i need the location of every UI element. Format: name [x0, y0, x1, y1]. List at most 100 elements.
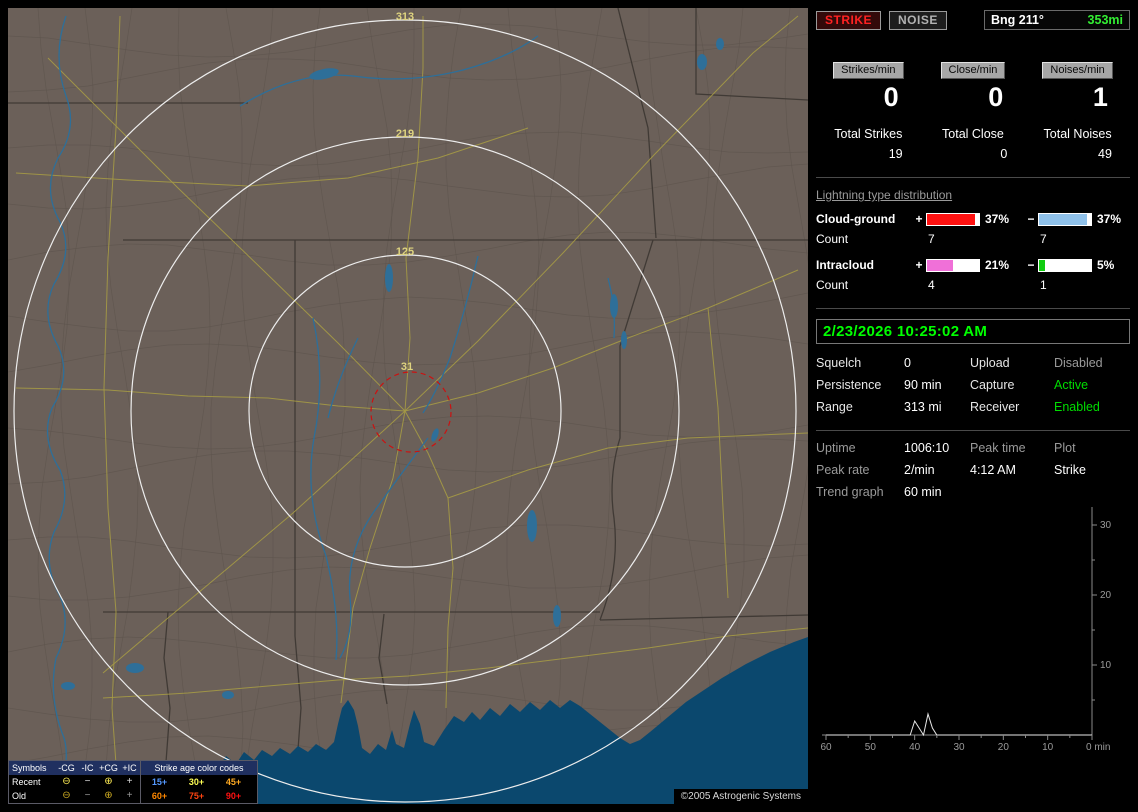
- divider: [816, 177, 1130, 178]
- rate-badges-row: Strikes/min 0 Close/min 0 Noises/min 1: [816, 62, 1130, 113]
- divider: [816, 430, 1130, 431]
- ic-pos-count: 4: [928, 278, 935, 292]
- svg-text:40: 40: [909, 742, 921, 753]
- cg-pos-bar-fill: [927, 213, 975, 225]
- intracloud-count-row: Count 4 1: [816, 278, 1130, 292]
- legend-row-label: Old: [12, 791, 27, 801]
- persistence-label: Persistence: [816, 378, 882, 392]
- ring-label-125: 125: [396, 246, 414, 258]
- pos-cg-recent-icon: ⊕: [104, 776, 113, 787]
- legend-col-neg-ic: -IC: [81, 763, 94, 773]
- neg-cg-old-icon: ⊖: [62, 790, 71, 801]
- copyright-text: ©2005 Astrogenic Systems: [673, 789, 808, 804]
- noise-button[interactable]: NOISE: [889, 10, 947, 30]
- trend-series-strike: [826, 712, 1092, 737]
- count-label: Count: [816, 232, 849, 246]
- cg-pos-bar: [926, 212, 980, 226]
- ic-pos-pct: 21%: [985, 258, 1010, 272]
- strike-button[interactable]: STRIKE: [816, 10, 882, 30]
- age-60: 60+: [151, 791, 168, 801]
- cg-pos-pct: 37%: [985, 212, 1010, 226]
- close-per-min-badge[interactable]: Close/min: [940, 62, 1006, 79]
- uptime-label: Uptime: [816, 441, 856, 455]
- strikes-per-min-badge[interactable]: Strikes/min: [833, 62, 904, 79]
- cg-neg-pct: 37%: [1097, 212, 1122, 226]
- total-close-label: Total Close: [942, 127, 1004, 141]
- cg-neg-bar-fill: [1039, 213, 1087, 225]
- range-label: Range: [816, 400, 853, 414]
- age-30: 30+: [188, 777, 205, 787]
- legend-row-old: Old ⊖ − ⊕ + 60+ 75+ 90+: [9, 789, 257, 803]
- legend-row-recent: Recent ⊖ − ⊕ + 15+ 30+ 45+: [9, 775, 257, 789]
- count-label: Count: [816, 278, 849, 292]
- upload-label: Upload: [970, 356, 1010, 370]
- svg-text:30: 30: [1100, 520, 1112, 531]
- datetime-display: 2/23/2026 10:25:02 AM: [816, 319, 1130, 344]
- legend-symbols-header: Symbols: [12, 763, 47, 773]
- svg-text:20: 20: [998, 742, 1010, 753]
- close-per-min-col: Close/min 0: [921, 62, 1026, 113]
- age-75: 75+: [188, 791, 205, 801]
- capture-label: Capture: [970, 378, 1015, 392]
- upload-status: Disabled: [1054, 356, 1103, 370]
- map-svg[interactable]: 313 219 125 31: [8, 8, 808, 804]
- distance-value: 353mi: [1087, 13, 1123, 27]
- cg-neg-count: 7: [1040, 232, 1047, 246]
- total-strikes-col: Total Strikes 19: [816, 127, 921, 161]
- map-area[interactable]: 313 219 125 31 Symbols -CG -IC +CG +IC S…: [8, 8, 808, 804]
- ring-label-219: 219: [396, 128, 414, 140]
- strikes-per-min-value: 0: [883, 82, 899, 112]
- noises-per-min-badge[interactable]: Noises/min: [1042, 62, 1113, 79]
- plot-label: Plot: [1054, 441, 1076, 455]
- pos-cg-old-icon: ⊕: [104, 790, 113, 801]
- ic-neg-pct: 5%: [1097, 258, 1115, 272]
- neg-cg-recent-icon: ⊖: [62, 776, 71, 787]
- legend-col-pos-cg: +CG: [99, 763, 118, 773]
- squelch-label: Squelch: [816, 356, 862, 370]
- distribution-title: Lightning type distribution: [816, 188, 953, 202]
- strikes-per-min-col: Strikes/min 0: [816, 62, 921, 113]
- neg-ic-old-icon: −: [84, 790, 91, 801]
- plus-sign: +: [915, 258, 923, 272]
- svg-text:20: 20: [1100, 590, 1112, 601]
- uptime-value: 1006:10: [904, 441, 950, 455]
- total-noises-label: Total Noises: [1043, 127, 1112, 141]
- plus-sign: +: [915, 212, 923, 226]
- total-strikes-label: Total Strikes: [834, 127, 903, 141]
- age-45: 45+: [225, 777, 242, 787]
- legend-header: Symbols -CG -IC +CG +IC Strike age color…: [9, 761, 257, 775]
- lightning-detector-app: 313 219 125 31 Symbols -CG -IC +CG +IC S…: [0, 0, 1138, 812]
- legend-col-neg-cg: -CG: [58, 763, 75, 773]
- cloud-ground-label: Cloud-ground: [816, 212, 896, 226]
- ic-neg-bar-fill: [1039, 259, 1046, 271]
- ic-neg-bar: [1038, 258, 1092, 272]
- trend-graph-label: Trend graph: [816, 485, 884, 499]
- peak-rate-value: 2/min: [904, 463, 935, 477]
- ic-pos-bar: [926, 258, 980, 272]
- neg-ic-recent-icon: −: [84, 776, 91, 787]
- totals-row: Total Strikes 19 Total Close 0 Total Noi…: [816, 127, 1130, 161]
- svg-text:10: 10: [1042, 742, 1054, 753]
- svg-text:60: 60: [820, 742, 832, 753]
- close-per-min-value: 0: [988, 82, 1004, 112]
- minus-sign: −: [1027, 258, 1035, 272]
- ring-label-313: 313: [396, 11, 414, 23]
- total-noises-value: 49: [1098, 147, 1112, 161]
- legend-age-header: Strike age color codes: [140, 761, 257, 775]
- peak-time-label: Peak time: [970, 441, 1026, 455]
- legend-ages-old: 60+ 75+ 90+: [140, 789, 257, 803]
- legend-ages-recent: 15+ 30+ 45+: [140, 775, 257, 789]
- legend-col-pos-ic: +IC: [122, 763, 137, 773]
- status-panel: STRIKE NOISE Bng 211° 353mi Strikes/min …: [816, 8, 1130, 804]
- svg-text:30: 30: [953, 742, 965, 753]
- peak-rate-label: Peak rate: [816, 463, 870, 477]
- svg-text:10: 10: [1100, 660, 1112, 671]
- peak-time-value: 4:12 AM: [970, 463, 1016, 477]
- squelch-value: 0: [904, 356, 911, 370]
- header-controls: STRIKE NOISE Bng 211° 353mi: [816, 10, 1130, 30]
- range-value: 313 mi: [904, 400, 942, 414]
- cg-neg-bar: [1038, 212, 1092, 226]
- trend-graph-value: 60 min: [904, 485, 942, 499]
- cloud-ground-count-row: Count 7 7: [816, 232, 1130, 246]
- receiver-label: Receiver: [970, 400, 1020, 414]
